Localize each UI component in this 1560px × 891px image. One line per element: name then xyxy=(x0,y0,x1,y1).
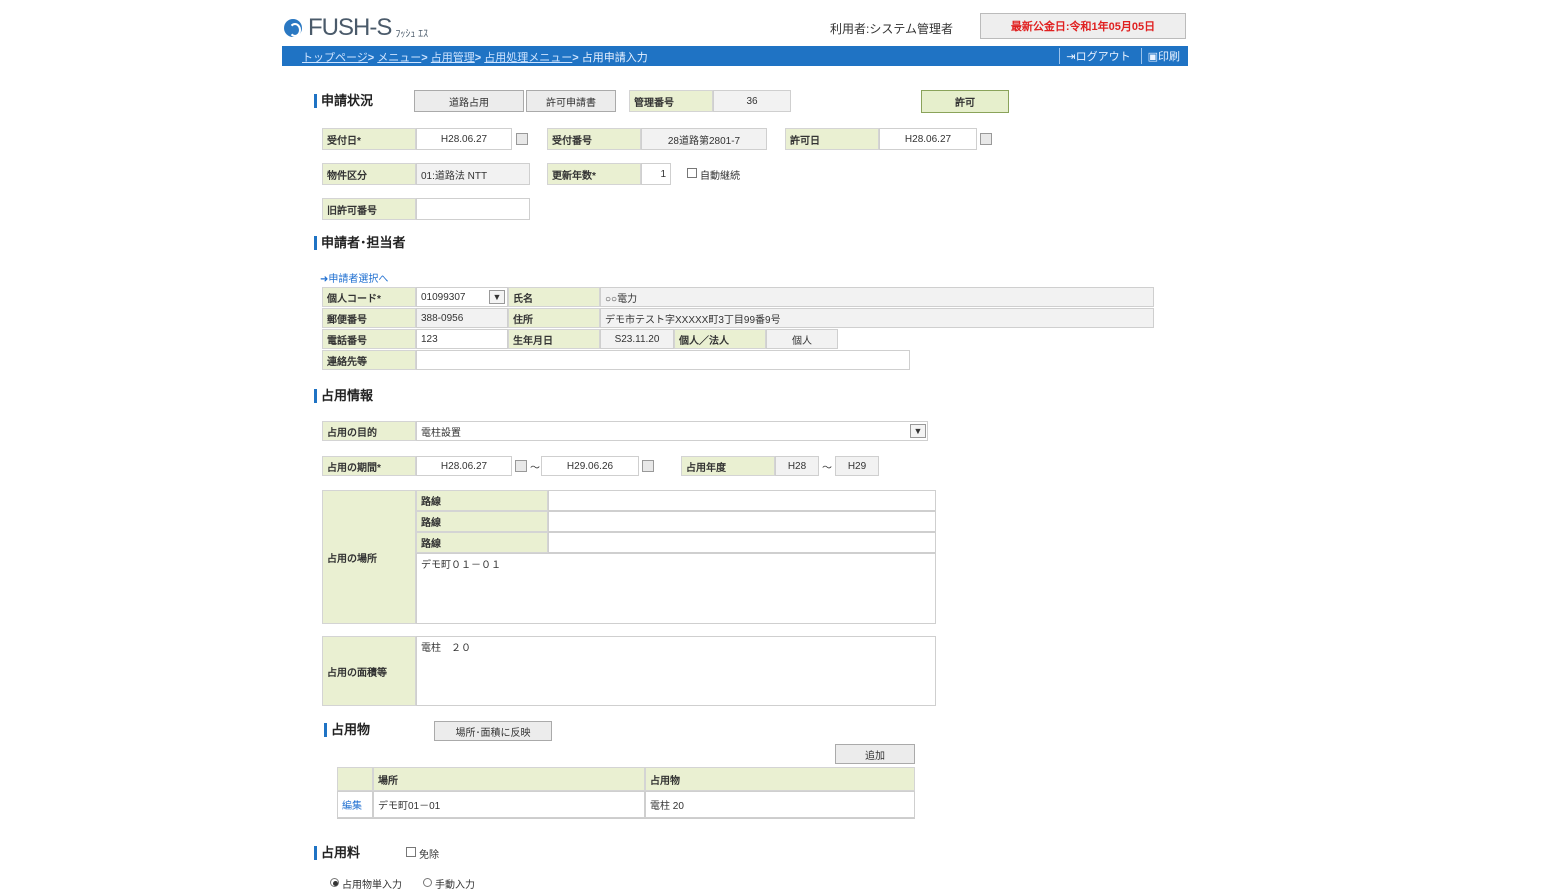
auto-renew-label: 自動継続 xyxy=(700,171,740,182)
period-from-field[interactable]: H28.06.27 xyxy=(416,456,512,476)
person-type-label: 個人／法人 xyxy=(674,329,766,349)
select-applicant-link[interactable]: ➜申請者選択へ xyxy=(320,270,388,285)
receipt-date-calendar-icon[interactable] xyxy=(516,133,528,145)
mgmt-no-label: 管理番号 xyxy=(629,90,713,112)
fee-radio-auto-label: 占用物単入力 xyxy=(342,880,402,891)
breadcrumb-menu[interactable]: メニュー xyxy=(377,52,421,64)
fee-exempt-label: 免除 xyxy=(419,850,439,861)
status-section-title: 申請状況 xyxy=(314,94,373,108)
applicant-section-title: 申請者･担当者 xyxy=(314,236,406,250)
year-to-value: H29 xyxy=(835,456,879,476)
tab-permit-application[interactable]: 許可申請書 xyxy=(526,90,616,112)
printer-icon: ▣ xyxy=(1147,51,1158,63)
period-label: 占用の期間* xyxy=(322,456,416,476)
page: FUSH-S ﾌｯｼｭ ｴｽ 利用者:システム管理者 最新公金日:令和1年05月… xyxy=(282,0,1188,891)
breadcrumb-current: 占用申請入力 xyxy=(581,52,648,64)
person-type-value: 個人 xyxy=(766,329,838,349)
old-permit-field[interactable] xyxy=(416,198,530,220)
logo-subtext: ﾌｯｼｭ ｴｽ xyxy=(395,28,429,40)
zip-label: 郵便番号 xyxy=(322,308,416,328)
receipt-date-label: 受付日* xyxy=(322,128,416,150)
year-from-value: H28 xyxy=(775,456,819,476)
contact-field[interactable] xyxy=(416,350,910,370)
route-field-1[interactable] xyxy=(548,490,936,511)
breadcrumb: トップページ> メニュー> 占用管理> 占用処理メニュー> 占用申請入力 xyxy=(302,52,648,64)
permit-date-calendar-icon[interactable] xyxy=(980,133,992,145)
objects-section-title: 占用物 xyxy=(324,723,370,737)
table-row-place: デモ町01－01 xyxy=(373,791,645,818)
fee-radio-manual-label: 手動入力 xyxy=(435,880,475,891)
occupancy-section-title: 占用情報 xyxy=(314,389,373,403)
area-label: 占用の面積等 xyxy=(322,636,416,706)
breadcrumb-top[interactable]: トップページ xyxy=(302,52,368,64)
birth-label: 生年月日 xyxy=(508,329,600,349)
route-label-3: 路線 xyxy=(416,532,548,553)
period-from-calendar-icon[interactable] xyxy=(515,460,527,472)
name-label: 氏名 xyxy=(508,287,600,307)
person-code-label: 個人コード* xyxy=(322,287,416,307)
zip-value: 388-0956 xyxy=(416,308,508,328)
permit-date-label: 許可日 xyxy=(785,128,879,150)
area-textarea[interactable]: 電柱 ２０ xyxy=(416,636,936,706)
objects-col-place: 場所 xyxy=(373,767,645,791)
renew-years-field[interactable]: 1 xyxy=(641,163,671,185)
receipt-date-field[interactable]: H28.06.27 xyxy=(416,128,512,150)
table-row-object: 電柱 20 xyxy=(645,791,915,818)
logo-text: FUSH-S xyxy=(308,14,392,41)
print-link[interactable]: ▣印刷 xyxy=(1140,48,1180,64)
fee-exempt-checkbox[interactable] xyxy=(406,847,416,857)
auto-renew-checkbox[interactable] xyxy=(687,168,697,178)
permit-date-field[interactable]: H28.06.27 xyxy=(879,128,977,150)
objects-col-edit xyxy=(337,767,373,791)
person-code-dropdown-icon[interactable]: ▼ xyxy=(489,290,505,304)
birth-value: S23.11.20 xyxy=(600,329,674,349)
category-value: 01:道路法 NTT xyxy=(416,163,530,185)
name-value: ○○電力 xyxy=(600,287,1154,307)
contact-label: 連絡先等 xyxy=(322,350,416,370)
place-label: 占用の場所 xyxy=(322,490,416,624)
category-label: 物件区分 xyxy=(322,163,416,185)
year-label: 占用年度 xyxy=(681,456,775,476)
logout-link[interactable]: ⇥ログアウト xyxy=(1059,48,1131,64)
permit-button[interactable]: 許可 xyxy=(921,90,1009,113)
app-logo: FUSH-S ﾌｯｼｭ ｴｽ xyxy=(284,14,428,42)
objects-col-object: 占用物 xyxy=(645,767,915,791)
add-object-button[interactable]: 追加 xyxy=(835,744,915,764)
logout-label: ログアウト xyxy=(1075,51,1131,63)
table-row-edit-link[interactable]: 編集 xyxy=(337,791,373,818)
select-applicant-label: 申請者選択へ xyxy=(328,274,389,285)
logo-icon xyxy=(284,19,302,37)
breadcrumb-occupancy-mgmt[interactable]: 占用管理 xyxy=(431,52,475,64)
tab-road-occupancy[interactable]: 道路占用 xyxy=(414,90,524,112)
breadcrumb-process-menu[interactable]: 占用処理メニュー xyxy=(484,52,572,64)
phone-label: 電話番号 xyxy=(322,329,416,349)
phone-field[interactable]: 123 xyxy=(416,329,508,349)
purpose-dropdown-icon[interactable]: ▼ xyxy=(910,424,926,438)
address-label: 住所 xyxy=(508,308,600,328)
purpose-label: 占用の目的 xyxy=(322,421,416,441)
fee-section-title: 占用料 xyxy=(314,846,360,860)
nav-bar: トップページ> メニュー> 占用管理> 占用処理メニュー> 占用申請入力 ⇥ログ… xyxy=(282,46,1188,66)
old-permit-label: 旧許可番号 xyxy=(322,198,416,220)
route-label-1: 路線 xyxy=(416,490,548,511)
period-to-field[interactable]: H29.06.26 xyxy=(541,456,639,476)
reflect-place-area-button[interactable]: 場所･面積に反映 xyxy=(434,721,552,741)
current-user-label: 利用者:システム管理者 xyxy=(830,22,953,36)
year-tilde: ～ xyxy=(822,463,832,474)
address-value: デモ市テスト字XXXXX町3丁目99番9号 xyxy=(600,308,1154,328)
print-label: 印刷 xyxy=(1158,51,1180,63)
purpose-select[interactable]: 電柱設置 xyxy=(416,421,928,441)
nav-links: ⇥ログアウト ▣印刷 xyxy=(1059,48,1180,64)
mgmt-no-value: 36 xyxy=(713,90,791,112)
place-textarea[interactable]: デモ町０１－０１ xyxy=(416,553,936,624)
receipt-no-label: 受付番号 xyxy=(547,128,641,150)
receipt-no-value: 28道路第2801-7 xyxy=(641,128,767,150)
last-published-badge: 最新公金日:令和1年05月05日 xyxy=(980,13,1186,39)
route-label-2: 路線 xyxy=(416,511,548,532)
renew-years-label: 更新年数* xyxy=(547,163,641,185)
period-tilde: ～ xyxy=(530,463,540,474)
period-to-calendar-icon[interactable] xyxy=(642,460,654,472)
route-field-2[interactable] xyxy=(548,511,936,532)
route-field-3[interactable] xyxy=(548,532,936,553)
